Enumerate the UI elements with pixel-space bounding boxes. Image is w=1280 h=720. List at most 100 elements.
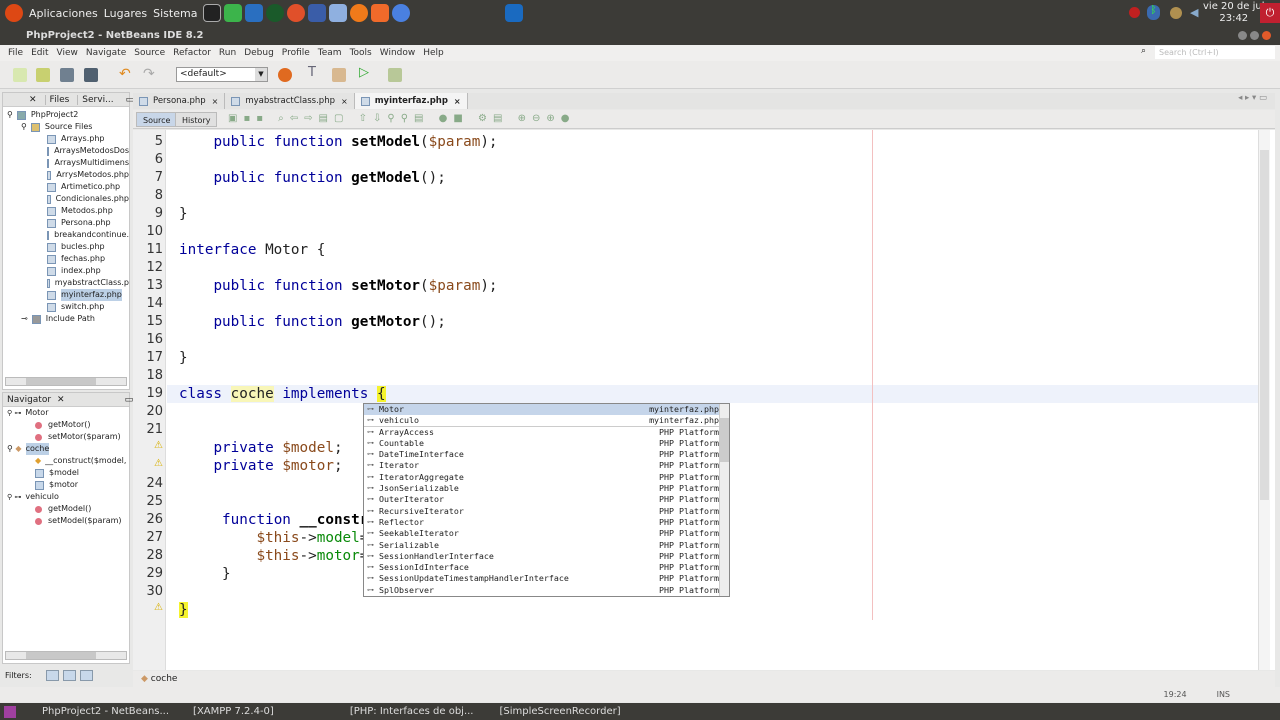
close-tab-icon[interactable]: × — [341, 97, 348, 106]
redo-icon[interactable]: ↷ — [143, 66, 157, 82]
completion-item[interactable]: ⊶ IteratorAggregate PHP Platform — [364, 472, 719, 483]
tree-file[interactable]: index.php — [3, 265, 129, 277]
menu-debug[interactable]: Debug — [244, 48, 274, 58]
menu-aplicaciones[interactable]: Aplicaciones — [29, 7, 98, 20]
completion-item[interactable]: ⊶ SessionUpdateTimestampHandlerInterface P… — [364, 573, 719, 584]
tree-file[interactable]: Metodos.php — [3, 205, 129, 217]
network-icon[interactable] — [1170, 7, 1182, 19]
browser-icon[interactable] — [278, 68, 292, 82]
show-desktop-icon[interactable] — [4, 705, 16, 718]
system-monitor-icon[interactable] — [203, 4, 222, 22]
completion-item[interactable]: ⊶ Motor myinterfaz.php — [364, 404, 719, 416]
tree-source-files[interactable]: ⚲ Source Files — [3, 121, 129, 133]
menu-lugares[interactable]: Lugares — [104, 7, 147, 20]
ubuntu-logo-icon[interactable] — [5, 4, 23, 22]
undo-icon[interactable]: ↶ — [119, 66, 133, 82]
power-icon[interactable]: ⏻ — [1260, 3, 1280, 23]
tree-file[interactable]: myinterfaz.php — [3, 289, 129, 301]
menu-file[interactable]: File — [8, 48, 23, 58]
tree-file[interactable]: Condicionales.php — [3, 193, 129, 205]
navigator-item[interactable]: ◆ __construct($model, $ — [3, 455, 129, 467]
minimize-button[interactable] — [1238, 31, 1247, 40]
close-icon[interactable]: ✕ — [29, 95, 37, 105]
clock-time[interactable]: 23:42 — [1203, 13, 1265, 25]
completion-item[interactable]: ⊶ OuterIterator PHP Platform — [364, 494, 719, 505]
menu-refactor[interactable]: Refactor — [173, 48, 211, 58]
completion-item[interactable]: ⊶ Countable PHP Platform — [364, 438, 719, 449]
tree-project[interactable]: ⚲ PhpProject2 — [3, 109, 129, 121]
tree-file[interactable]: myabstractClass.p — [3, 277, 129, 289]
menu-source[interactable]: Source — [134, 48, 165, 58]
task-browser[interactable]: [PHP: Interfaces de obj... — [350, 706, 474, 717]
navigator-item[interactable]: ⚲ ◆ coche — [3, 443, 129, 455]
completion-item[interactable]: ⊶ SplObserver PHP Platform — [364, 585, 719, 596]
save-all-icon[interactable] — [84, 68, 98, 82]
completion-item[interactable]: ⊶ vehiculo myinterfaz.php — [364, 415, 719, 427]
tree-file[interactable]: bucles.php — [3, 241, 129, 253]
new-file-icon[interactable] — [13, 68, 27, 82]
tab-persona[interactable]: Persona.php × — [133, 93, 226, 109]
tab-files[interactable]: Files — [44, 94, 69, 105]
completion-item[interactable]: ⊶ Serializable PHP Platform — [364, 540, 719, 551]
vscode-icon[interactable] — [245, 4, 264, 22]
tab-myabstractclass[interactable]: myabstractClass.php × — [225, 93, 355, 109]
tab-myinterfaz[interactable]: myinterfaz.php × — [354, 93, 468, 109]
tree-file[interactable]: fechas.php — [3, 253, 129, 265]
navigator-item[interactable]: ⚲ ⊶ Motor — [3, 407, 129, 419]
bluetooth-icon[interactable]: ᛒ — [1147, 5, 1160, 20]
completion-item[interactable]: ⊶ ArrayAccess PHP Platform — [364, 427, 719, 438]
debug-icon[interactable] — [388, 68, 402, 82]
menu-tools[interactable]: Tools — [350, 48, 372, 58]
close-button[interactable] — [1262, 31, 1271, 40]
maximize-button[interactable] — [1250, 31, 1259, 40]
build-icon[interactable]: T — [308, 65, 322, 80]
filter-static-icon[interactable] — [62, 670, 76, 681]
task-netbeans[interactable]: PhpProject2 - NetBeans... — [42, 706, 169, 717]
menu-window[interactable]: Window — [380, 48, 416, 58]
launcher-icon[interactable] — [224, 4, 243, 22]
run-icon[interactable]: ▷ — [359, 65, 373, 80]
search-input[interactable]: Search (Ctrl+I) — [1155, 46, 1275, 59]
menu-view[interactable]: View — [57, 48, 78, 58]
navigator-item[interactable]: setModel($param) — [3, 515, 129, 527]
menu-run[interactable]: Run — [219, 48, 236, 58]
firefox-icon[interactable] — [350, 4, 369, 22]
volume-icon[interactable]: ◀ — [1190, 6, 1198, 19]
clean-build-icon[interactable] — [332, 68, 346, 82]
tree-file[interactable]: switch.php — [3, 301, 129, 313]
menu-sistema[interactable]: Sistema — [153, 7, 197, 20]
close-tab-icon[interactable]: × — [212, 97, 219, 106]
close-tab-icon[interactable]: × — [454, 97, 461, 106]
tree-include-path[interactable]: ⊸ Include Path — [3, 313, 129, 325]
open-project-icon[interactable] — [60, 68, 74, 82]
completion-item[interactable]: ⊶ SessionHandlerInterface PHP Platform — [364, 551, 719, 562]
new-project-icon[interactable] — [36, 68, 50, 82]
menu-edit[interactable]: Edit — [31, 48, 48, 58]
history-button[interactable]: History — [175, 112, 218, 127]
task-xampp[interactable]: [XAMPP 7.2.4-0] — [193, 706, 274, 717]
editor-action-icons[interactable]: ▣▪▪ ⌕⇦⇨▤▢ ⇧⇩⚲⚲▤ ●■ ⚙▤ ⊕⊖⊕● — [228, 113, 575, 124]
menu-team[interactable]: Team — [318, 48, 342, 58]
config-select[interactable]: <default> ▼ — [176, 67, 268, 82]
navigator-item[interactable]: getMotor() — [3, 419, 129, 431]
cube-icon[interactable] — [329, 4, 348, 22]
filter-fields-icon[interactable] — [45, 670, 59, 681]
completion-item[interactable]: ⊶ RecursiveIterator PHP Platform — [364, 506, 719, 517]
completion-item[interactable]: ⊶ Reflector PHP Platform — [364, 517, 719, 528]
horizontal-scrollbar[interactable] — [5, 377, 127, 386]
chromium-icon[interactable] — [392, 4, 411, 22]
tree-file[interactable]: ArrysMetodos.php — [3, 169, 129, 181]
tree-file[interactable]: breakandcontinue. — [3, 229, 129, 241]
tree-file[interactable]: ArraysMetodosDos — [3, 145, 129, 157]
horizontal-scrollbar[interactable] — [5, 651, 127, 660]
vertical-scrollbar[interactable] — [1258, 130, 1270, 670]
tree-file[interactable]: Persona.php — [3, 217, 129, 229]
completion-item[interactable]: ⊶ SessionIdInterface PHP Platform — [364, 562, 719, 573]
tool-icon[interactable] — [287, 4, 306, 22]
tab-scroll-icon[interactable]: ◂ ▸ ▾ ▭ — [1238, 93, 1267, 109]
xampp-icon[interactable] — [371, 4, 390, 22]
filter-private-icon[interactable] — [79, 670, 93, 681]
tree-file[interactable]: Arrays.php — [3, 133, 129, 145]
completion-item[interactable]: ⊶ Iterator PHP Platform — [364, 460, 719, 471]
globe-icon[interactable] — [266, 4, 285, 22]
